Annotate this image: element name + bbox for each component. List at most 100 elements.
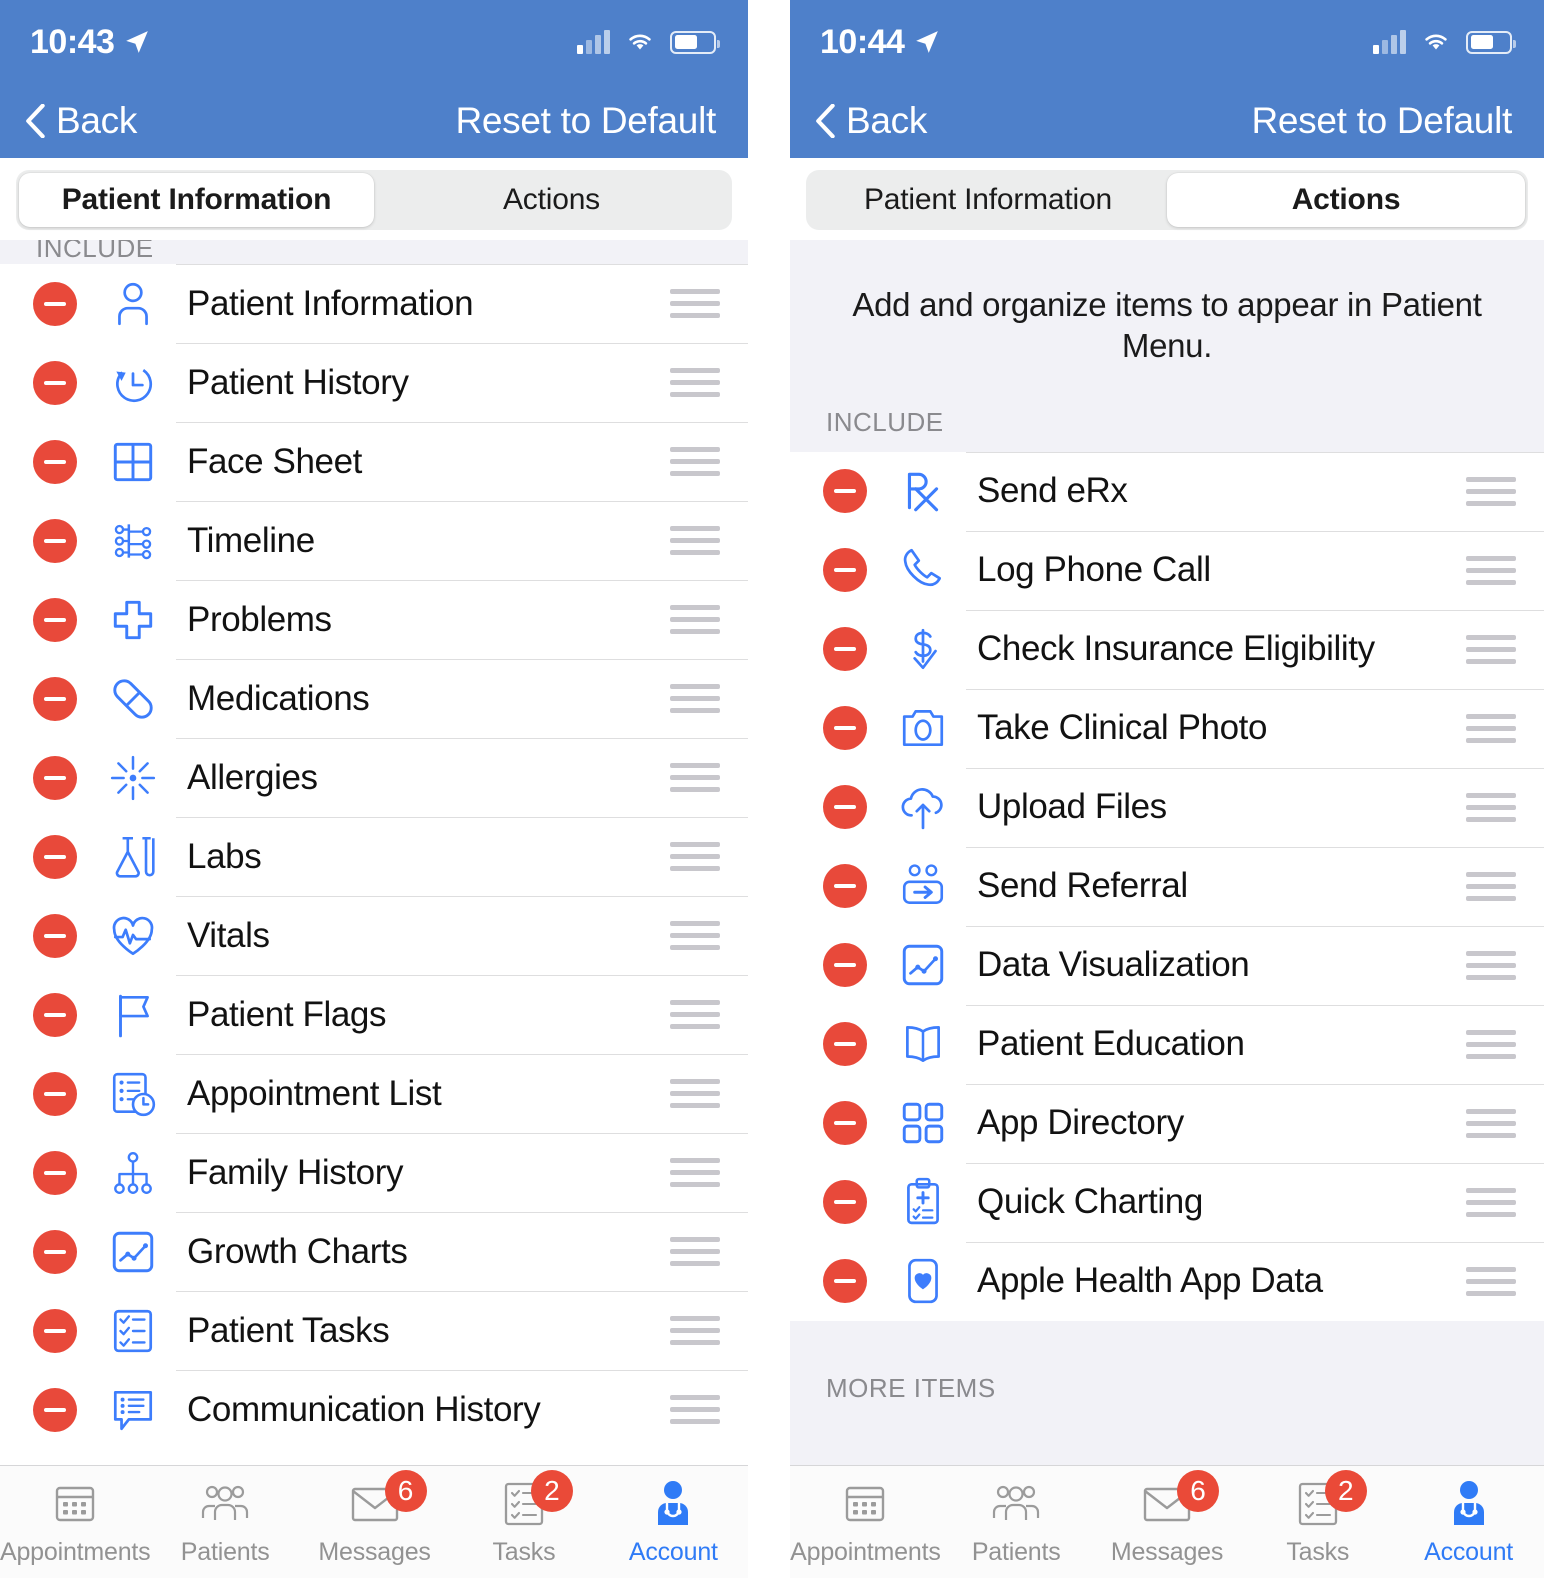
- drag-handle-icon[interactable]: [1466, 792, 1516, 822]
- list-item[interactable]: Send eRx: [790, 451, 1544, 531]
- list-item[interactable]: Take Clinical Photo: [790, 688, 1544, 768]
- list-item[interactable]: Vitals: [0, 896, 748, 975]
- remove-item-button[interactable]: [823, 1101, 867, 1145]
- drag-handle-icon[interactable]: [670, 1000, 720, 1029]
- scroll-content[interactable]: Add and organize items to appear in Pati…: [790, 240, 1544, 1465]
- list-item[interactable]: Quick Charting: [790, 1162, 1544, 1242]
- tab-actions[interactable]: Actions: [1167, 173, 1525, 227]
- remove-item-button[interactable]: [33, 360, 77, 405]
- drag-handle-icon[interactable]: [670, 1158, 720, 1187]
- list-item[interactable]: Allergies: [0, 738, 748, 817]
- drag-handle-icon[interactable]: [1466, 555, 1516, 585]
- remove-item-button[interactable]: [823, 1259, 867, 1303]
- remove-item-button[interactable]: [823, 864, 867, 908]
- reset-to-default-button[interactable]: Reset to Default: [455, 100, 716, 142]
- drag-handle-icon[interactable]: [670, 763, 720, 792]
- drag-handle-icon[interactable]: [670, 842, 720, 871]
- remove-item-button[interactable]: [823, 548, 867, 592]
- list-item[interactable]: Check Insurance Eligibility: [790, 609, 1544, 689]
- drag-handle-icon[interactable]: [1466, 1108, 1516, 1138]
- drag-handle-icon[interactable]: [670, 289, 720, 318]
- remove-item-button[interactable]: [33, 1308, 77, 1353]
- remove-item-button[interactable]: [823, 785, 867, 829]
- remove-item-button[interactable]: [33, 1071, 77, 1116]
- list-item[interactable]: Growth Charts: [0, 1212, 748, 1291]
- remove-item-button[interactable]: [33, 518, 77, 563]
- remove-item-button[interactable]: [33, 597, 77, 642]
- tab-appointments[interactable]: Appointments: [790, 1476, 941, 1567]
- remove-item-button[interactable]: [823, 627, 867, 671]
- list-item[interactable]: Family History: [0, 1133, 748, 1212]
- list-item[interactable]: Medications: [0, 659, 748, 738]
- scroll-content[interactable]: INCLUDE Patient Information Patient Histo…: [0, 240, 748, 1465]
- status-time: 10:44: [820, 22, 905, 61]
- remove-item-button[interactable]: [33, 1387, 77, 1432]
- tab-account[interactable]: Account: [1393, 1476, 1544, 1567]
- list-item[interactable]: Patient Flags: [0, 975, 748, 1054]
- remove-item-button[interactable]: [33, 913, 77, 958]
- list-item[interactable]: Log Phone Call: [790, 530, 1544, 610]
- tab-patient-information[interactable]: Patient Information: [809, 173, 1167, 227]
- drag-handle-icon[interactable]: [670, 447, 720, 476]
- tab-messages[interactable]: 6 Messages: [1092, 1470, 1243, 1567]
- list-item[interactable]: Patient Information: [0, 264, 748, 343]
- list-item[interactable]: Patient Tasks: [0, 1291, 748, 1370]
- drag-handle-icon[interactable]: [1466, 1187, 1516, 1217]
- tab-patient-information[interactable]: Patient Information: [19, 173, 374, 227]
- drag-handle-icon[interactable]: [670, 1395, 720, 1424]
- list-item[interactable]: Upload Files: [790, 767, 1544, 847]
- drag-handle-icon[interactable]: [1466, 950, 1516, 980]
- remove-item-button[interactable]: [823, 706, 867, 750]
- list-item-label: Quick Charting: [977, 1182, 1203, 1221]
- remove-item-button[interactable]: [823, 943, 867, 987]
- remove-item-button[interactable]: [33, 1150, 77, 1195]
- remove-item-button[interactable]: [823, 1180, 867, 1224]
- list-item[interactable]: Patient History: [0, 343, 748, 422]
- tab-patients[interactable]: Patients: [941, 1476, 1092, 1567]
- remove-item-button[interactable]: [33, 676, 77, 721]
- drag-handle-icon[interactable]: [670, 684, 720, 713]
- drag-handle-icon[interactable]: [1466, 634, 1516, 664]
- list-item[interactable]: Patient Education: [790, 1004, 1544, 1084]
- drag-handle-icon[interactable]: [670, 1316, 720, 1345]
- remove-item-button[interactable]: [33, 281, 77, 326]
- drag-handle-icon[interactable]: [670, 1079, 720, 1108]
- reset-to-default-button[interactable]: Reset to Default: [1251, 100, 1512, 142]
- tab-actions[interactable]: Actions: [374, 173, 729, 227]
- tab-tasks[interactable]: 2 Tasks: [449, 1470, 598, 1567]
- tab-account[interactable]: Account: [599, 1476, 748, 1567]
- drag-handle-icon[interactable]: [670, 605, 720, 634]
- remove-item-button[interactable]: [33, 755, 77, 800]
- remove-item-button[interactable]: [823, 469, 867, 513]
- drag-handle-icon[interactable]: [670, 921, 720, 950]
- list-item[interactable]: Data Visualization: [790, 925, 1544, 1005]
- remove-item-button[interactable]: [33, 439, 77, 484]
- tab-appointments[interactable]: Appointments: [0, 1476, 151, 1567]
- remove-item-button[interactable]: [823, 1022, 867, 1066]
- drag-handle-icon[interactable]: [1466, 1029, 1516, 1059]
- list-item[interactable]: Appointment List: [0, 1054, 748, 1133]
- tab-tasks[interactable]: 2 Tasks: [1242, 1470, 1393, 1567]
- list-item[interactable]: Communication History: [0, 1370, 748, 1449]
- remove-item-button[interactable]: [33, 1229, 77, 1274]
- drag-handle-icon[interactable]: [670, 1237, 720, 1266]
- back-button[interactable]: Back: [814, 100, 927, 142]
- list-item[interactable]: Timeline: [0, 501, 748, 580]
- tab-patients[interactable]: Patients: [150, 1476, 299, 1567]
- drag-handle-icon[interactable]: [1466, 476, 1516, 506]
- list-item[interactable]: Problems: [0, 580, 748, 659]
- list-item[interactable]: Apple Health App Data: [790, 1241, 1544, 1321]
- tab-messages[interactable]: 6 Messages: [300, 1470, 449, 1567]
- list-item[interactable]: Face Sheet: [0, 422, 748, 501]
- drag-handle-icon[interactable]: [1466, 1266, 1516, 1296]
- list-item[interactable]: Labs: [0, 817, 748, 896]
- drag-handle-icon[interactable]: [670, 368, 720, 397]
- drag-handle-icon[interactable]: [1466, 871, 1516, 901]
- drag-handle-icon[interactable]: [670, 526, 720, 555]
- list-item[interactable]: Send Referral: [790, 846, 1544, 926]
- drag-handle-icon[interactable]: [1466, 713, 1516, 743]
- remove-item-button[interactable]: [33, 992, 77, 1037]
- remove-item-button[interactable]: [33, 834, 77, 879]
- list-item[interactable]: App Directory: [790, 1083, 1544, 1163]
- back-button[interactable]: Back: [24, 100, 137, 142]
